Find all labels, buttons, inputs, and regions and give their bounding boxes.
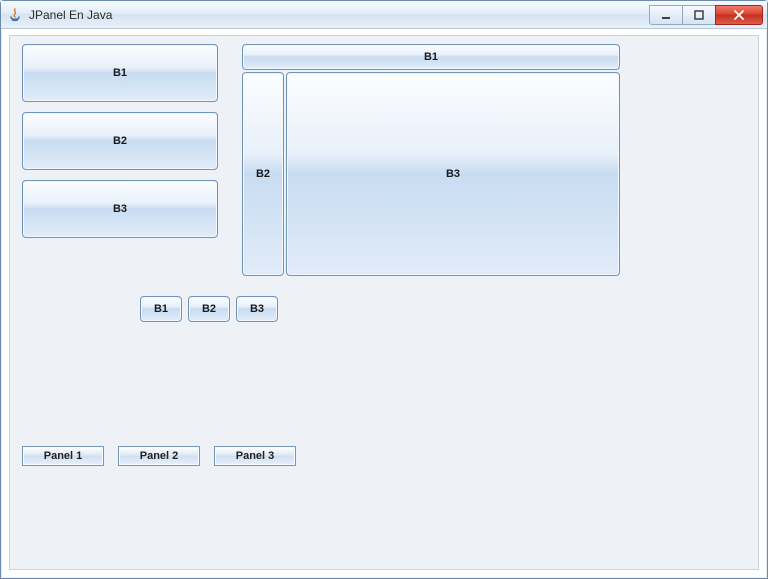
maximize-button[interactable] — [682, 5, 716, 25]
flow-b1-button[interactable]: B1 — [140, 296, 182, 322]
java-app-icon — [7, 7, 23, 23]
left-button-group: B1 B2 B3 — [22, 44, 218, 248]
left-b2-button[interactable]: B2 — [22, 112, 218, 170]
border-top-button[interactable]: B1 — [242, 44, 620, 70]
content-pane: B1 B2 B3 B1 B2 B3 B1 B2 B3 Panel 1 Panel… — [9, 35, 759, 570]
titlebar: JPanel En Java — [1, 1, 767, 29]
panel-1-button[interactable]: Panel 1 — [22, 446, 104, 466]
close-button[interactable] — [715, 5, 763, 25]
panel-button-group: Panel 1 Panel 2 Panel 3 — [22, 446, 296, 466]
window-frame: JPanel En Java B1 B2 B3 B1 B2 B3 — [0, 0, 768, 579]
window-controls — [650, 5, 763, 25]
flow-b3-button[interactable]: B3 — [236, 296, 278, 322]
border-left-button[interactable]: B2 — [242, 72, 284, 276]
left-b3-button[interactable]: B3 — [22, 180, 218, 238]
left-b1-button[interactable]: B1 — [22, 44, 218, 102]
border-layout-group: B1 B2 B3 — [242, 44, 620, 276]
border-mid-row: B2 B3 — [242, 72, 620, 276]
minimize-button[interactable] — [649, 5, 683, 25]
flow-button-group: B1 B2 B3 — [140, 296, 278, 322]
panel-3-button[interactable]: Panel 3 — [214, 446, 296, 466]
panel-2-button[interactable]: Panel 2 — [118, 446, 200, 466]
border-center-button[interactable]: B3 — [286, 72, 620, 276]
window-title: JPanel En Java — [29, 8, 112, 22]
flow-b2-button[interactable]: B2 — [188, 296, 230, 322]
